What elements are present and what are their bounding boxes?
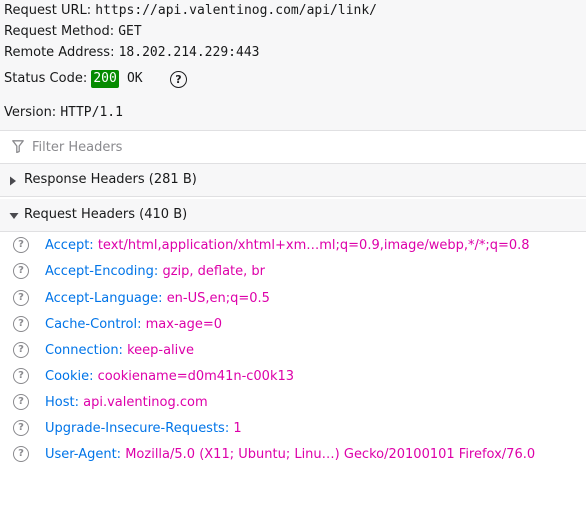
header-name: Accept: text/html,application/xhtml+xm…m… [45, 238, 530, 253]
filter-bar [0, 130, 586, 164]
request-method-value: GET [118, 24, 142, 39]
status-code-label: Status Code: [4, 71, 88, 86]
header-row-accept-encoding: ? Accept-Encoding: gzip, deflate, br [0, 259, 586, 285]
status-badge: 200 [91, 70, 119, 88]
header-value[interactable]: text/html,application/xhtml+xm…ml;q=0.9,… [98, 238, 530, 253]
triangle-right-icon [10, 176, 16, 186]
question-circle-icon[interactable]: ? [13, 394, 29, 410]
remote-address-value: 18.202.214.229:443 [118, 45, 260, 60]
question-circle-icon[interactable]: ? [13, 237, 29, 253]
status-text: OK [126, 71, 143, 86]
version-row: Version: HTTP/1.1 [4, 103, 123, 123]
header-value[interactable]: gzip, deflate, br [162, 264, 265, 279]
version-label: Version: [4, 105, 57, 120]
request-headers-label: Request Headers (410 B) [24, 207, 188, 222]
header-name: Upgrade-Insecure-Requests: 1 [45, 421, 242, 436]
summary-panel: Request URL: https://api.valentinog.com/… [0, 0, 586, 130]
header-value[interactable]: Mozilla/5.0 (X11; Ubuntu; Linu…) Gecko/2… [125, 447, 535, 462]
header-name: Connection: keep-alive [45, 343, 194, 358]
request-url-label: Request URL: [4, 3, 92, 18]
header-row-accept-language: ? Accept-Language: en-US,en;q=0.5 [0, 286, 586, 312]
header-row-upgrade-insecure-requests: ? Upgrade-Insecure-Requests: 1 [0, 416, 586, 442]
request-method-label: Request Method: [4, 24, 115, 39]
question-circle-icon[interactable]: ? [13, 420, 29, 436]
question-circle-icon[interactable]: ? [13, 263, 29, 279]
request-url-row: Request URL: https://api.valentinog.com/… [4, 1, 377, 21]
header-value[interactable]: 1 [233, 421, 241, 436]
question-circle-icon[interactable]: ? [13, 290, 29, 306]
question-circle-icon[interactable]: ? [13, 342, 29, 358]
triangle-down-icon [9, 213, 19, 219]
header-name: User-Agent: Mozilla/5.0 (X11; Ubuntu; Li… [45, 447, 536, 462]
header-row-host: ? Host: api.valentinog.com [0, 390, 586, 416]
question-circle-icon[interactable]: ? [13, 446, 29, 462]
status-help-icon[interactable]: ? [170, 71, 187, 88]
header-row-cookie: ? Cookie: cookiename=d0m41n-c00k13 [0, 364, 586, 390]
header-value[interactable]: keep-alive [127, 343, 194, 358]
header-row-accept: ? Accept: text/html,application/xhtml+xm… [0, 233, 586, 259]
filter-icon [12, 140, 24, 153]
request-url-value[interactable]: https://api.valentinog.com/api/link/ [95, 3, 377, 18]
remote-address-label: Remote Address: [4, 45, 115, 60]
filter-headers-input[interactable] [32, 136, 572, 158]
header-row-cache-control: ? Cache-Control: max-age=0 [0, 312, 586, 338]
header-value[interactable]: cookiename=d0m41n-c00k13 [98, 369, 294, 384]
version-value: HTTP/1.1 [60, 105, 123, 120]
request-headers-toggle[interactable]: Request Headers (410 B) [0, 199, 586, 232]
question-circle-icon[interactable]: ? [13, 316, 29, 332]
status-code-row: Status Code: 200 OK [4, 69, 143, 89]
remote-address-row: Remote Address: 18.202.214.229:443 [4, 43, 259, 63]
header-row-user-agent: ? User-Agent: Mozilla/5.0 (X11; Ubuntu; … [0, 442, 586, 468]
header-value[interactable]: api.valentinog.com [83, 395, 208, 410]
response-headers-toggle[interactable]: Response Headers (281 B) [0, 164, 586, 197]
header-name: Cache-Control: max-age=0 [45, 317, 223, 332]
request-method-row: Request Method: GET [4, 22, 142, 42]
header-name: Accept-Encoding: gzip, deflate, br [45, 264, 266, 279]
response-headers-label: Response Headers (281 B) [24, 172, 197, 187]
header-name: Host: api.valentinog.com [45, 395, 208, 410]
question-circle-icon[interactable]: ? [13, 368, 29, 384]
header-name: Cookie: cookiename=d0m41n-c00k13 [45, 369, 295, 384]
header-value[interactable]: max-age=0 [146, 317, 222, 332]
header-row-connection: ? Connection: keep-alive [0, 338, 586, 364]
header-value[interactable]: en-US,en;q=0.5 [167, 291, 270, 306]
header-name: Accept-Language: en-US,en;q=0.5 [45, 291, 270, 306]
